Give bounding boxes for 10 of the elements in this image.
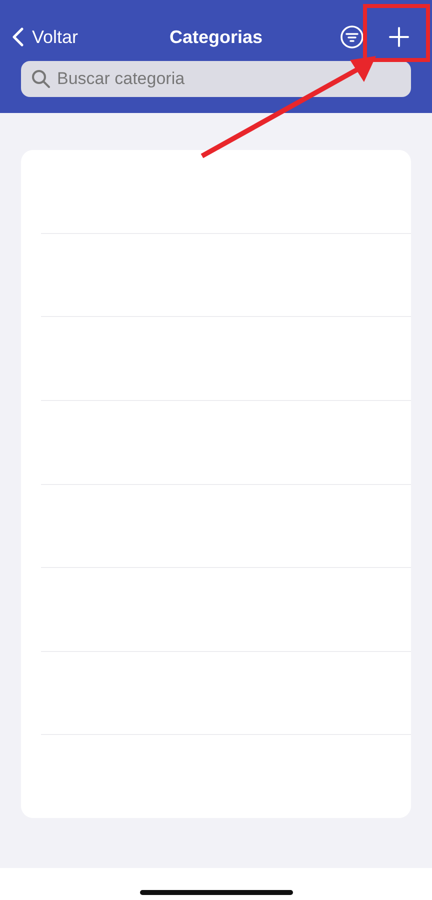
back-button[interactable]: Voltar [12, 26, 78, 48]
search-field[interactable]: Buscar categoria [57, 69, 401, 89]
add-button[interactable] [388, 26, 410, 48]
filter-button[interactable] [340, 25, 364, 49]
search-bar[interactable]: Buscar categoria [21, 61, 411, 97]
screen-title: Categorias [169, 26, 263, 48]
filter-icon [340, 25, 364, 49]
back-chevron-icon [12, 27, 24, 47]
search-icon [31, 69, 51, 89]
plus-icon [388, 26, 410, 48]
